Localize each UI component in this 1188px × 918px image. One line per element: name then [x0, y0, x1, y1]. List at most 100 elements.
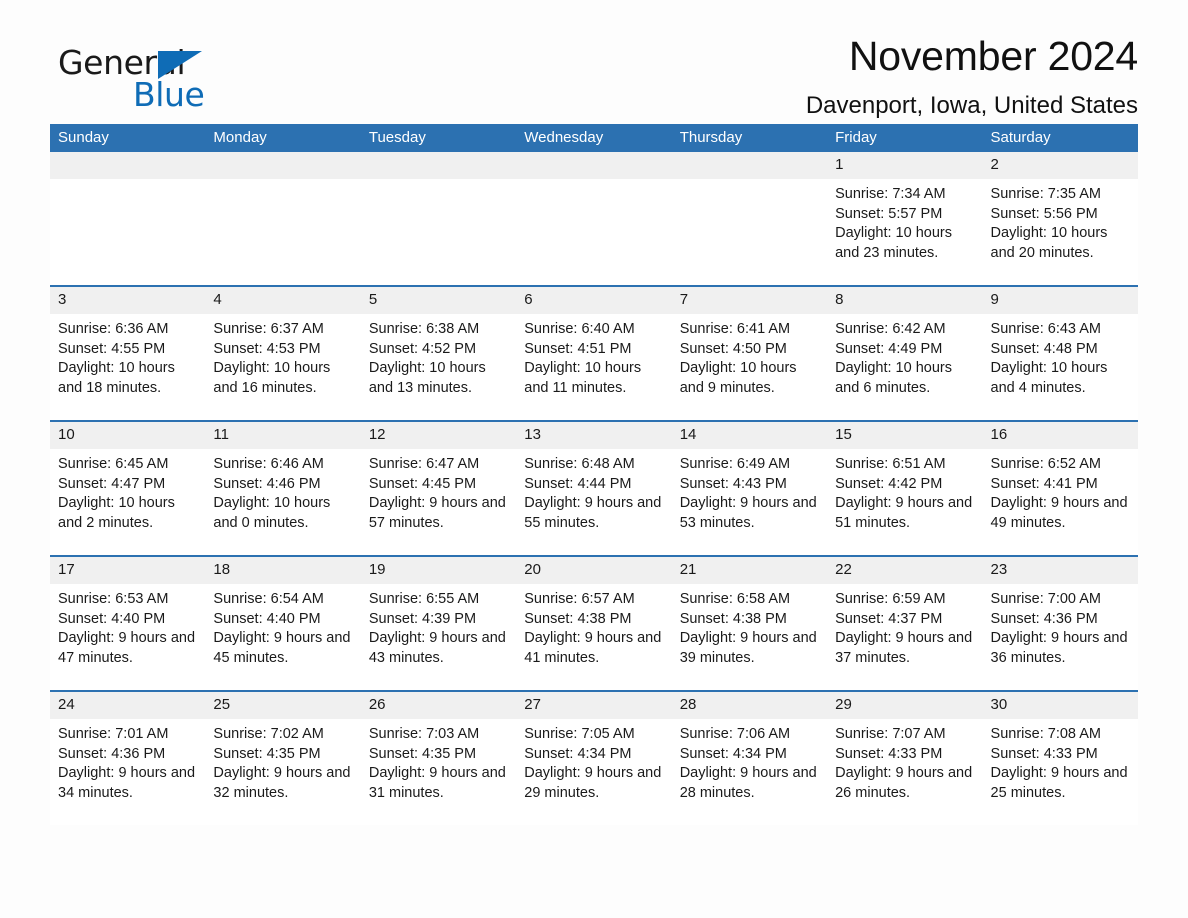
- day-number-band: 6: [516, 287, 672, 314]
- sunset-text: Sunset: 4:50 PM: [679, 340, 787, 357]
- daylight-text: Daylight: 10 hours and 23 minutes.: [835, 225, 952, 262]
- page-subtitle: Davenport, Iowa, United States: [805, 92, 1138, 120]
- calendar-day-cell[interactable]: 13 Sunrise: 6:48 AM Sunset: 4:44 PM Dayligh…: [516, 422, 672, 555]
- day-number: 13: [524, 426, 541, 443]
- calendar-day-cell[interactable]: 1 Sunrise: 7:34 AM Sunset: 5:57 PM Daylight…: [827, 152, 983, 285]
- day-number: 21: [679, 561, 697, 578]
- generalblue-logo[interactable]: General Blue: [58, 46, 288, 116]
- sunset-text: Sunset: 4:38 PM: [679, 610, 787, 627]
- day-number-band: 28: [671, 692, 828, 719]
- calendar-day-cell[interactable]: 5 Sunrise: 6:38 AM Sunset: 4:52 PM Daylight…: [360, 287, 517, 420]
- day-number-band: 30: [982, 692, 1138, 719]
- calendar-day-cell[interactable]: 8 Sunrise: 6:42 AM Sunset: 4:49 PM Daylight…: [827, 287, 983, 420]
- sunrise-text: Sunrise: 6:41 AM: [679, 321, 791, 337]
- day-number-band: 16: [982, 422, 1138, 449]
- daylight-text: Daylight: 10 hours and 9 minutes.: [679, 360, 797, 397]
- calendar-day-cell[interactable]: 25 Sunrise: 7:02 AM Sunset: 4:35 PM Dayligh…: [205, 692, 361, 825]
- day-number-band: 10: [50, 422, 206, 449]
- day-number-band: 13: [516, 422, 672, 449]
- day-number-band: 17: [50, 557, 206, 584]
- calendar-day-cell[interactable]: 19 Sunrise: 6:55 AM Sunset: 4:39 PM Dayligh…: [360, 557, 517, 690]
- sunrise-text: Sunrise: 7:03 AM: [368, 726, 480, 742]
- calendar-day-cell[interactable]: 7 Sunrise: 6:41 AM Sunset: 4:50 PM Daylight…: [671, 287, 828, 420]
- day-details: Sunrise: 6:40 AM Sunset: 4:51 PM Daylight:…: [516, 314, 671, 399]
- day-number-band: 25: [205, 692, 361, 719]
- day-number-band: 15: [827, 422, 983, 449]
- day-number-band: [516, 152, 672, 179]
- daylight-text: Daylight: 9 hours and 41 minutes.: [524, 630, 662, 667]
- calendar-day-cell[interactable]: 17 Sunrise: 6:53 AM Sunset: 4:40 PM Dayligh…: [50, 557, 206, 690]
- day-number: 1: [835, 156, 844, 173]
- day-number-band: 4: [205, 287, 361, 314]
- calendar-day-cell[interactable]: 30 Sunrise: 7:08 AM Sunset: 4:33 PM Dayligh…: [982, 692, 1138, 825]
- daylight-text: Daylight: 9 hours and 49 minutes.: [990, 495, 1128, 532]
- calendar-day-cell[interactable]: 9 Sunrise: 6:43 AM Sunset: 4:48 PM Daylight…: [982, 287, 1138, 420]
- calendar-day-cell[interactable]: 4 Sunrise: 6:37 AM Sunset: 4:53 PM Daylight…: [205, 287, 361, 420]
- calendar-day-cell[interactable]: 26 Sunrise: 7:03 AM Sunset: 4:35 PM Dayligh…: [360, 692, 517, 825]
- calendar-day-cell[interactable]: 6 Sunrise: 6:40 AM Sunset: 4:51 PM Daylight…: [516, 287, 672, 420]
- calendar-day-cell[interactable]: 12 Sunrise: 6:47 AM Sunset: 4:45 PM Dayligh…: [360, 422, 517, 555]
- weekday-header-monday: Monday: [213, 129, 267, 146]
- day-details: Sunrise: 6:55 AM Sunset: 4:39 PM Daylight:…: [361, 584, 516, 669]
- calendar-day-cell[interactable]: 14 Sunrise: 6:49 AM Sunset: 4:43 PM Dayligh…: [671, 422, 828, 555]
- calendar-day-cell[interactable]: 10 Sunrise: 6:45 AM Sunset: 4:47 PM Dayligh…: [50, 422, 206, 555]
- calendar-day-cell[interactable]: 24 Sunrise: 7:01 AM Sunset: 4:36 PM Dayligh…: [50, 692, 206, 825]
- sunrise-text: Sunrise: 6:58 AM: [679, 591, 791, 607]
- sunset-text: Sunset: 4:46 PM: [213, 475, 321, 492]
- day-number: 24: [58, 696, 75, 713]
- calendar-day-cell[interactable]: 28 Sunrise: 7:06 AM Sunset: 4:34 PM Dayligh…: [671, 692, 828, 825]
- daylight-text: Daylight: 10 hours and 4 minutes.: [990, 360, 1108, 397]
- daylight-text: Daylight: 10 hours and 11 minutes.: [524, 360, 642, 397]
- calendar-day-cell[interactable]: 29 Sunrise: 7:07 AM Sunset: 4:33 PM Dayligh…: [827, 692, 983, 825]
- daylight-text: Daylight: 10 hours and 20 minutes.: [990, 225, 1108, 262]
- day-details: Sunrise: 7:02 AM Sunset: 4:35 PM Daylight:…: [205, 719, 360, 804]
- calendar-day-cell[interactable]: 20 Sunrise: 6:57 AM Sunset: 4:38 PM Dayligh…: [516, 557, 672, 690]
- calendar-day-cell[interactable]: 23 Sunrise: 7:00 AM Sunset: 4:36 PM Dayligh…: [982, 557, 1138, 690]
- calendar-day-cell[interactable]: 22 Sunrise: 6:59 AM Sunset: 4:37 PM Dayligh…: [827, 557, 983, 690]
- calendar-day-cell[interactable]: 2 Sunrise: 7:35 AM Sunset: 5:56 PM Daylight…: [982, 152, 1138, 285]
- calendar-day-cell[interactable]: 11 Sunrise: 6:46 AM Sunset: 4:46 PM Dayligh…: [205, 422, 361, 555]
- daylight-text: Daylight: 9 hours and 26 minutes.: [835, 765, 973, 802]
- daylight-text: Daylight: 9 hours and 53 minutes.: [679, 495, 817, 532]
- sunset-text: Sunset: 4:53 PM: [213, 340, 321, 357]
- calendar-week-row: 10 Sunrise: 6:45 AM Sunset: 4:47 PM Dayligh…: [50, 420, 1138, 555]
- day-details: Sunrise: 6:36 AM Sunset: 4:55 PM Daylight:…: [50, 314, 205, 399]
- weekday-header-sunday: Sunday: [58, 129, 109, 146]
- sunset-text: Sunset: 4:45 PM: [368, 475, 477, 492]
- calendar-day-cell[interactable]: 3 Sunrise: 6:36 AM Sunset: 4:55 PM Daylight…: [50, 287, 206, 420]
- calendar-day-cell[interactable]: 21 Sunrise: 6:58 AM Sunset: 4:38 PM Dayligh…: [671, 557, 828, 690]
- calendar-day-cell[interactable]: 16 Sunrise: 6:52 AM Sunset: 4:41 PM Dayligh…: [982, 422, 1138, 555]
- sunrise-text: Sunrise: 6:47 AM: [368, 456, 480, 472]
- daylight-text: Daylight: 10 hours and 6 minutes.: [835, 360, 952, 397]
- sunset-text: Sunset: 4:38 PM: [524, 610, 632, 627]
- daylight-text: Daylight: 9 hours and 51 minutes.: [835, 495, 973, 532]
- day-details: Sunrise: 6:37 AM Sunset: 4:53 PM Daylight:…: [205, 314, 360, 399]
- sunset-text: Sunset: 5:57 PM: [835, 205, 943, 222]
- sunrise-text: Sunrise: 7:06 AM: [679, 726, 791, 742]
- page-title: November 2024: [848, 33, 1138, 79]
- calendar-day-cell[interactable]: 18 Sunrise: 6:54 AM Sunset: 4:40 PM Dayligh…: [205, 557, 361, 690]
- day-number-band: 21: [671, 557, 828, 584]
- daylight-text: Daylight: 9 hours and 37 minutes.: [835, 630, 973, 667]
- day-number: 6: [524, 291, 533, 308]
- sunset-text: Sunset: 4:33 PM: [835, 745, 943, 762]
- day-number: 17: [58, 561, 75, 578]
- day-details: Sunrise: 6:51 AM Sunset: 4:42 PM Daylight:…: [827, 449, 982, 534]
- day-details: Sunrise: 7:06 AM Sunset: 4:34 PM Daylight:…: [672, 719, 827, 804]
- day-details: Sunrise: 6:53 AM Sunset: 4:40 PM Daylight:…: [50, 584, 205, 669]
- daylight-text: Daylight: 10 hours and 13 minutes.: [368, 360, 486, 397]
- sunset-text: Sunset: 5:56 PM: [990, 205, 1098, 222]
- calendar-day-cell[interactable]: 27 Sunrise: 7:05 AM Sunset: 4:34 PM Dayligh…: [516, 692, 672, 825]
- day-details: Sunrise: 6:54 AM Sunset: 4:40 PM Daylight:…: [205, 584, 360, 669]
- sunrise-text: Sunrise: 6:52 AM: [990, 456, 1101, 472]
- day-details: Sunrise: 6:58 AM Sunset: 4:38 PM Daylight:…: [672, 584, 827, 669]
- calendar-weeks: 1 Sunrise: 7:34 AM Sunset: 5:57 PM Daylight…: [50, 152, 1138, 825]
- calendar-day-cell-empty: [671, 152, 828, 285]
- day-number-band: [205, 152, 361, 179]
- calendar-day-cell[interactable]: 15 Sunrise: 6:51 AM Sunset: 4:42 PM Dayligh…: [827, 422, 983, 555]
- day-number: 27: [524, 696, 541, 713]
- calendar-page: General Blue November 2024 Davenport, Io…: [0, 0, 1188, 918]
- day-number: 5: [368, 291, 378, 308]
- day-number: 3: [58, 291, 67, 308]
- sunrise-text: Sunrise: 6:38 AM: [368, 321, 480, 337]
